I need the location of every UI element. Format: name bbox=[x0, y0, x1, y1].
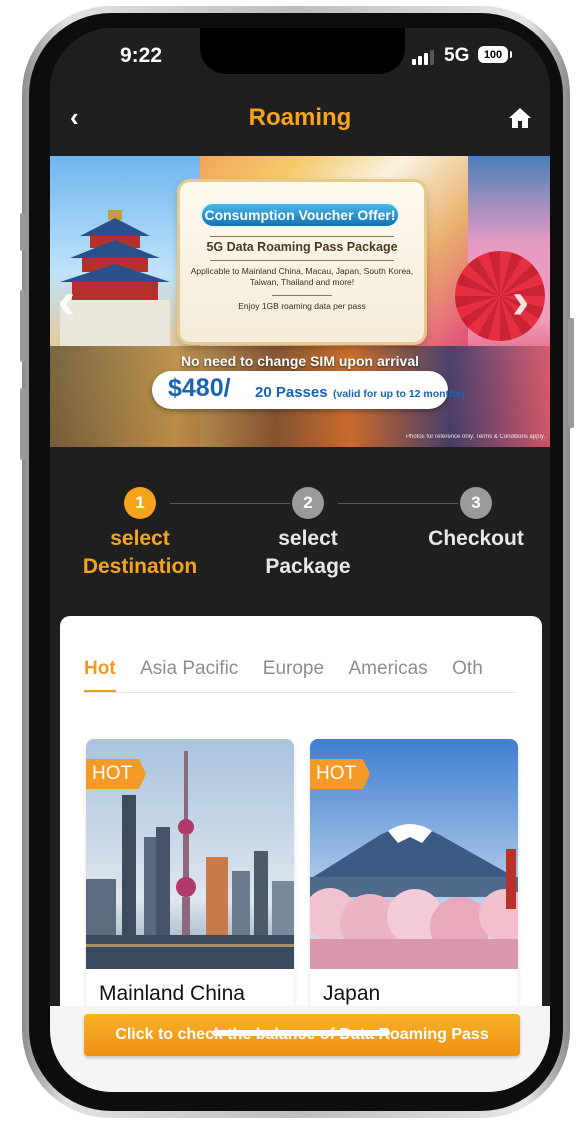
tab-hot[interactable]: Hot bbox=[84, 658, 116, 692]
dynamic-island bbox=[200, 28, 405, 74]
step-3-label: Checkout bbox=[428, 527, 524, 550]
tab-asia-pacific[interactable]: Asia Pacific bbox=[140, 658, 238, 692]
carousel-prev-icon[interactable]: ‹ bbox=[58, 271, 75, 331]
tab-europe[interactable]: Europe bbox=[263, 658, 324, 692]
step-2-label: select Package bbox=[265, 527, 351, 578]
step-connector bbox=[170, 503, 290, 504]
battery-icon: 100 bbox=[478, 46, 512, 63]
mainland-china-image: HOT bbox=[86, 739, 294, 969]
destination-name: Mainland China bbox=[99, 982, 245, 1005]
step-1-label: select Destination bbox=[82, 527, 198, 578]
tab-americas[interactable]: Americas bbox=[349, 658, 428, 692]
mute-switch bbox=[20, 213, 26, 251]
step-2-circle: 2 bbox=[292, 487, 324, 519]
step-connector bbox=[338, 503, 458, 504]
power-button bbox=[568, 318, 574, 428]
signal-icon bbox=[412, 50, 434, 65]
app-header: ‹ Roaming bbox=[50, 86, 550, 156]
network-type: 5G bbox=[444, 45, 470, 66]
divider bbox=[210, 260, 394, 261]
status-bar: 9:22 5G 100 bbox=[50, 28, 550, 86]
region-tabs: Hot Asia Pacific Europe Americas Oth bbox=[84, 658, 516, 693]
carousel-next-icon[interactable]: › bbox=[512, 271, 529, 331]
umbrella-illustration bbox=[455, 251, 545, 341]
price-text: $480/ bbox=[168, 374, 231, 402]
footer-bar: Click to check the balance of Data Roami… bbox=[50, 1006, 550, 1092]
japan-image: HOT bbox=[310, 739, 518, 969]
applicable-text: Applicable to Mainland China, Macau, Jap… bbox=[190, 266, 414, 287]
divider bbox=[272, 295, 332, 296]
destination-name: Japan bbox=[323, 982, 381, 1005]
app-screen: 9:22 5G 100 ‹ Roaming Consumption Vouche… bbox=[50, 28, 550, 1092]
disclaimer-text: Photos for reference only. Terms & Condi… bbox=[406, 434, 546, 440]
enjoy-text: Enjoy 1GB roaming data per pass bbox=[238, 301, 366, 311]
destination-card-japan[interactable]: HOT Japan bbox=[310, 739, 518, 1019]
divider bbox=[210, 236, 394, 237]
tab-others[interactable]: Oth bbox=[452, 658, 483, 692]
step-1-circle: 1 bbox=[124, 487, 156, 519]
checkout-steps: 1 select Destination 2 select Package 3 … bbox=[50, 447, 550, 613]
page-title: Roaming bbox=[248, 104, 352, 131]
hot-badge: HOT bbox=[86, 759, 147, 789]
step-3-circle: 3 bbox=[460, 487, 492, 519]
package-title: 5G Data Roaming Pass Package bbox=[206, 240, 398, 254]
passes-text: 20 Passes bbox=[255, 384, 328, 401]
validity-text: (valid for up to 12 months) bbox=[333, 388, 465, 400]
volume-down-button bbox=[20, 388, 26, 460]
temple-illustration bbox=[60, 210, 170, 346]
home-indicator[interactable] bbox=[212, 1030, 390, 1036]
destination-card-mainland-china[interactable]: HOT Mainland China bbox=[86, 739, 294, 1019]
home-icon[interactable] bbox=[508, 106, 532, 130]
promo-banner[interactable]: Consumption Voucher Offer! 5G Data Roami… bbox=[50, 156, 550, 447]
no-sim-text: No need to change SIM upon arrival bbox=[180, 353, 420, 369]
volume-up-button bbox=[20, 290, 26, 362]
voucher-offer-label: Consumption Voucher Offer! bbox=[200, 202, 400, 228]
battery-level: 100 bbox=[483, 48, 503, 61]
status-time: 9:22 bbox=[120, 44, 163, 67]
hot-badge: HOT bbox=[310, 759, 371, 789]
